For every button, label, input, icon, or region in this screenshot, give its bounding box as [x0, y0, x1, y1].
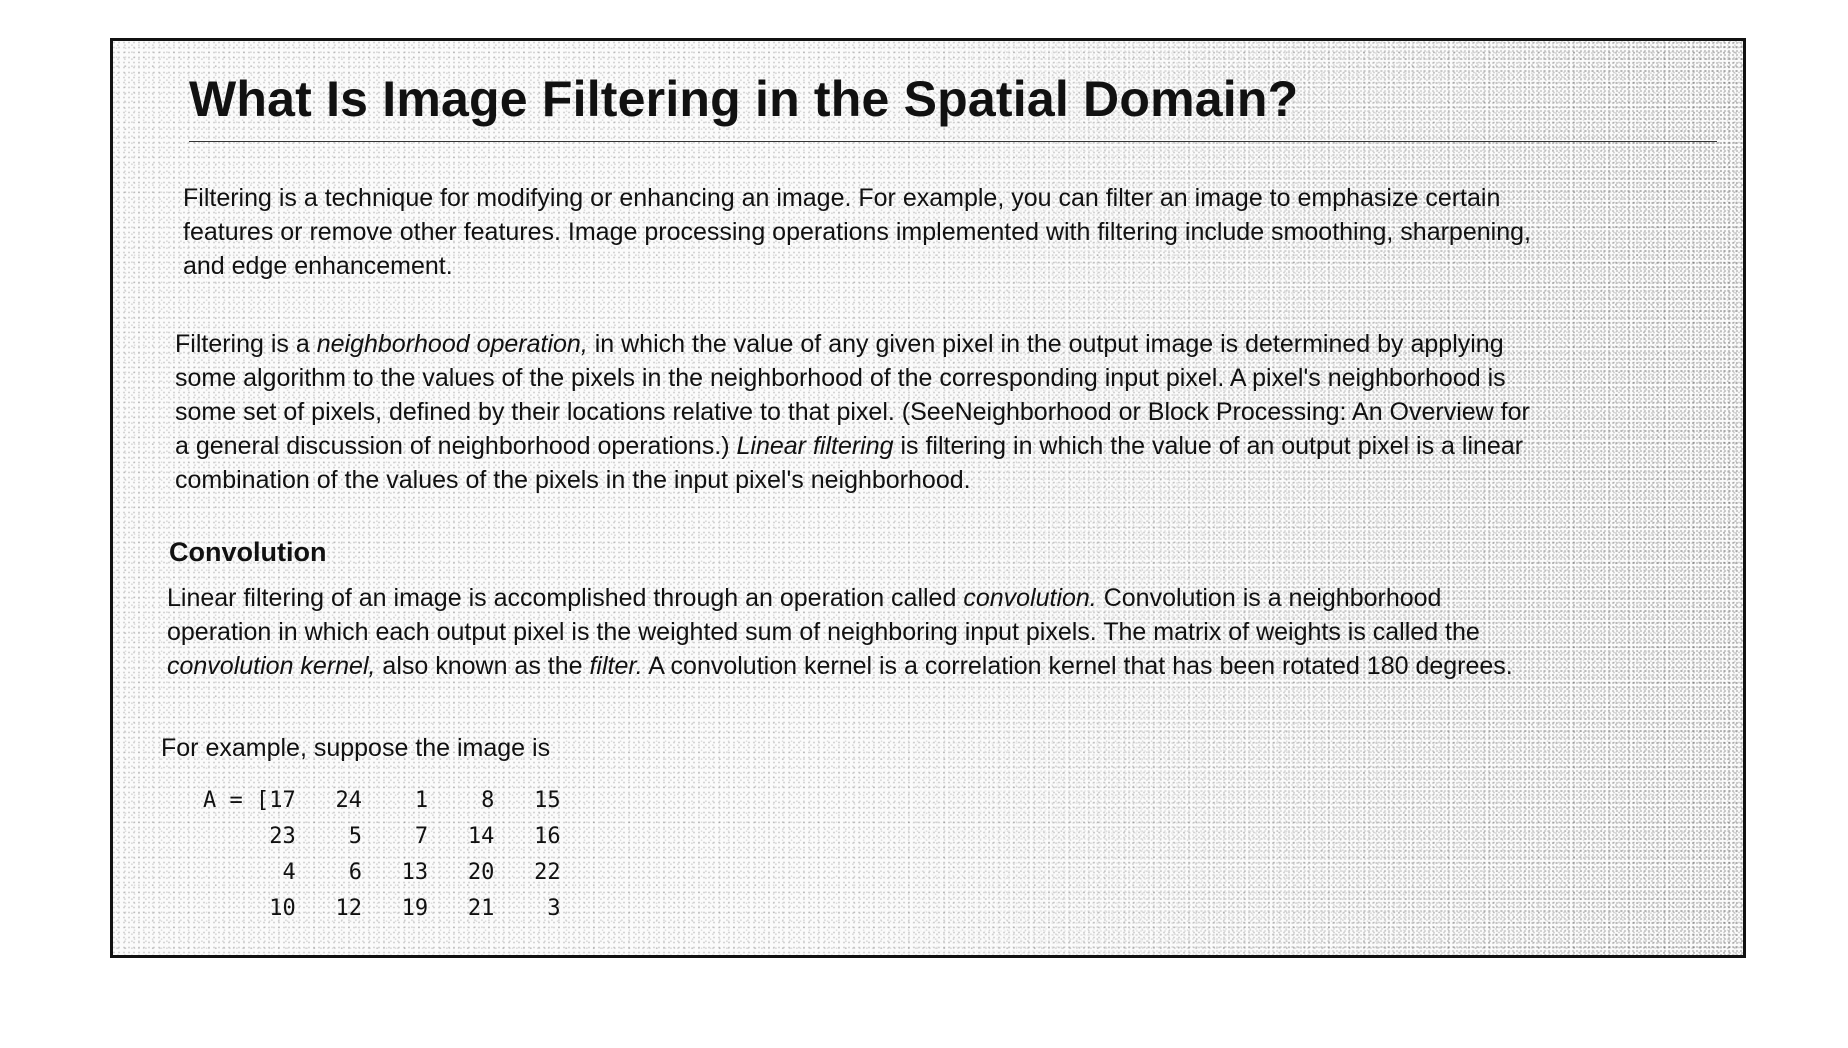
text-run: is filtering in which the value of an ou…: [893, 432, 1524, 460]
matrix-code-block: A = [17 24 1 8 15 23 5 7 14 16 4 6 13 20…: [203, 783, 561, 927]
paragraph-line: some algorithm to the values of the pixe…: [175, 364, 1506, 392]
paragraph-example: For example, suppose the image is: [161, 734, 551, 762]
paragraph-line: Filtering is a neighborhood operation, i…: [175, 327, 1530, 361]
code-line: A = [17 24 1 8 15: [203, 788, 561, 813]
paragraph-line: Filtering is a technique for modifying o…: [183, 184, 1501, 212]
paragraph-line: Linear filtering of an image is accompli…: [167, 581, 1513, 615]
italic-term: filter.: [589, 652, 643, 680]
italic-term: convolution kernel,: [167, 652, 376, 680]
text-run: in which the value of any given pixel in…: [587, 330, 1504, 358]
paragraph-line: combination of the values of the pixels …: [175, 466, 971, 494]
text-run: Linear filtering of an image is accompli…: [167, 584, 964, 612]
text-run: Convolution is a neighborhood: [1096, 584, 1442, 612]
paragraph-convolution: Linear filtering of an image is accompli…: [167, 581, 1513, 683]
italic-term: Linear filtering: [736, 432, 894, 460]
text-run: a general discussion of neighborhood ope…: [175, 432, 737, 460]
text-run: Filtering is a: [175, 330, 317, 358]
section-heading-convolution: Convolution: [169, 537, 327, 567]
code-line: 4 6 13 20 22: [203, 860, 561, 885]
page-title: What Is Image Filtering in the Spatial D…: [189, 71, 1299, 127]
paragraph-line: a general discussion of neighborhood ope…: [175, 429, 1530, 463]
paragraph-intro: Filtering is a technique for modifying o…: [183, 181, 1531, 283]
italic-term: convolution.: [963, 584, 1097, 612]
italic-term: neighborhood operation,: [316, 330, 588, 358]
text-run: also known as the: [375, 652, 590, 680]
paragraph-line: and edge enhancement.: [183, 252, 453, 280]
paragraph-line: operation in which each output pixel is …: [167, 618, 1480, 646]
code-line: 23 5 7 14 16: [203, 824, 561, 849]
paragraph-line: features or remove other features. Image…: [183, 218, 1531, 246]
text-run: A convolution kernel is a correlation ke…: [642, 652, 1513, 680]
paragraph-line: some set of pixels, defined by their loc…: [175, 398, 1530, 426]
slide-frame: What Is Image Filtering in the Spatial D…: [110, 38, 1746, 958]
document-content: What Is Image Filtering in the Spatial D…: [113, 41, 1743, 955]
code-line: 10 12 19 21 3: [203, 896, 561, 921]
title-underline: [189, 141, 1717, 142]
paragraph-line: convolution kernel, also known as the fi…: [167, 649, 1513, 683]
paragraph-neighborhood: Filtering is a neighborhood operation, i…: [175, 327, 1530, 497]
